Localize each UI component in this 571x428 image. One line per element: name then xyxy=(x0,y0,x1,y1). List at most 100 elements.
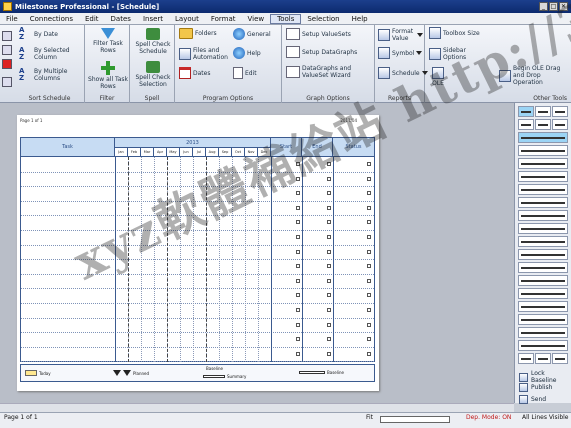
maximize-button[interactable]: □ xyxy=(549,2,558,11)
symbol-tool[interactable] xyxy=(552,106,568,117)
lock-baseline-button[interactable]: Lock Baseline xyxy=(519,370,571,384)
table-row[interactable] xyxy=(21,244,374,246)
quick-options-icon[interactable] xyxy=(2,77,12,87)
symbol-tool[interactable] xyxy=(518,132,568,143)
row-checkbox[interactable] xyxy=(367,308,371,312)
row-checkbox[interactable] xyxy=(296,264,300,269)
row-checkbox[interactable] xyxy=(327,322,331,327)
start-column-header[interactable]: Start xyxy=(271,138,302,157)
menu-help[interactable]: Help xyxy=(346,15,374,23)
dates-options-button[interactable]: Dates xyxy=(179,67,210,79)
begin-ole-drag-button[interactable]: Begin OLE Drag and Drop Operation xyxy=(499,65,569,86)
symbol-tool[interactable] xyxy=(535,106,551,117)
quick-close-icon[interactable] xyxy=(2,59,12,69)
filter-task-rows-button[interactable]: Filter Task Rows xyxy=(89,28,127,54)
row-checkbox[interactable] xyxy=(296,337,300,342)
sort-by-multiple-button[interactable]: A Z By Multiple Columns xyxy=(19,68,83,83)
symbol-tool[interactable] xyxy=(518,288,568,299)
close-button[interactable]: ✕ xyxy=(559,2,568,11)
menu-insert[interactable]: Insert xyxy=(137,15,169,23)
files-automation-button[interactable]: Files and Automation xyxy=(179,47,231,61)
format-value-button[interactable]: Format Value xyxy=(378,28,423,42)
show-all-rows-button[interactable]: Show all Task Rows xyxy=(87,61,129,90)
table-row[interactable] xyxy=(21,230,374,231)
menu-file[interactable]: File xyxy=(0,15,24,23)
row-checkbox[interactable] xyxy=(367,205,371,210)
row-checkbox[interactable] xyxy=(296,308,300,312)
row-checkbox[interactable] xyxy=(296,162,300,166)
row-checkbox[interactable] xyxy=(296,249,300,254)
edit-options-button[interactable]: Edit xyxy=(233,67,257,79)
menu-view[interactable]: View xyxy=(241,15,270,23)
row-checkbox[interactable] xyxy=(296,278,300,283)
spell-check-selection-button[interactable]: Spell Check Selection xyxy=(133,61,173,88)
horizontal-scrollbar[interactable] xyxy=(0,403,514,412)
row-checkbox[interactable] xyxy=(296,351,300,356)
row-checkbox[interactable] xyxy=(367,351,371,356)
zoom-slider[interactable] xyxy=(380,416,450,423)
symbol-tool[interactable] xyxy=(518,184,568,195)
row-checkbox[interactable] xyxy=(367,235,371,239)
menu-tools[interactable]: Tools xyxy=(270,13,302,24)
ole-button[interactable]: OLE xyxy=(429,67,447,87)
row-checkbox[interactable] xyxy=(296,322,300,327)
table-row[interactable] xyxy=(21,273,374,275)
minimize-button[interactable]: _ xyxy=(539,2,548,11)
publish-button[interactable]: Publish xyxy=(519,383,552,392)
table-row[interactable] xyxy=(21,171,374,173)
table-row[interactable] xyxy=(21,317,374,319)
menu-connections[interactable]: Connections xyxy=(24,15,79,23)
row-checkbox[interactable] xyxy=(327,293,331,298)
row-checkbox[interactable] xyxy=(327,308,331,312)
menu-layout[interactable]: Layout xyxy=(169,15,205,23)
row-checkbox[interactable] xyxy=(327,205,331,210)
menu-selection[interactable]: Selection xyxy=(301,15,345,23)
sort-by-selected-button[interactable]: A Z By Selected Column xyxy=(19,47,83,62)
quick-save-icon[interactable] xyxy=(2,31,12,41)
symbol-tool[interactable] xyxy=(518,314,568,325)
symbol-tool[interactable] xyxy=(552,119,568,130)
row-checkbox[interactable] xyxy=(327,191,331,196)
row-checkbox[interactable] xyxy=(327,162,331,166)
datagraph-wizard-button[interactable]: DataGraphs and ValueSet Wizard xyxy=(286,65,372,79)
row-checkbox[interactable] xyxy=(296,205,300,210)
menu-format[interactable]: Format xyxy=(205,15,242,23)
row-checkbox[interactable] xyxy=(327,351,331,356)
sidebar-options-button[interactable]: Sidebar Options xyxy=(429,47,473,61)
table-row[interactable] xyxy=(21,215,374,217)
symbol-report-button[interactable]: Symbol xyxy=(378,47,423,59)
symbol-tool[interactable] xyxy=(535,353,551,364)
symbol-tool[interactable] xyxy=(518,171,568,182)
end-column-header[interactable]: End xyxy=(302,138,333,157)
symbol-tool[interactable] xyxy=(535,119,551,130)
symbol-tool[interactable] xyxy=(518,210,568,221)
table-row[interactable] xyxy=(21,200,374,202)
symbol-tool[interactable] xyxy=(518,106,534,117)
table-row[interactable] xyxy=(21,303,374,304)
task-column-header[interactable]: Task xyxy=(21,138,115,157)
row-checkbox[interactable] xyxy=(367,249,371,254)
row-checkbox[interactable] xyxy=(367,337,371,342)
table-row[interactable] xyxy=(21,259,374,261)
row-checkbox[interactable] xyxy=(367,322,371,327)
symbol-tool[interactable] xyxy=(518,197,568,208)
row-checkbox[interactable] xyxy=(367,293,371,298)
table-row[interactable] xyxy=(21,346,374,348)
symbol-tool[interactable] xyxy=(518,236,568,247)
symbol-tool[interactable] xyxy=(518,301,568,312)
dependency-mode-indicator[interactable]: Dep. Mode: ON xyxy=(466,414,511,421)
symbol-tool[interactable] xyxy=(518,275,568,286)
row-checkbox[interactable] xyxy=(327,278,331,283)
setup-valuesets-button[interactable]: Setup ValueSets xyxy=(286,28,372,40)
row-checkbox[interactable] xyxy=(367,220,371,225)
symbol-tool[interactable] xyxy=(518,249,568,260)
row-checkbox[interactable] xyxy=(327,235,331,239)
status-column-header[interactable]: Status xyxy=(333,138,374,157)
symbol-tool[interactable] xyxy=(518,340,568,351)
row-checkbox[interactable] xyxy=(367,176,371,181)
setup-datagraphs-button[interactable]: Setup DataGraphs xyxy=(286,46,372,58)
symbol-tool[interactable] xyxy=(518,119,534,130)
help-button[interactable]: Help xyxy=(233,47,261,59)
row-checkbox[interactable] xyxy=(327,220,331,225)
table-row[interactable] xyxy=(21,186,374,188)
